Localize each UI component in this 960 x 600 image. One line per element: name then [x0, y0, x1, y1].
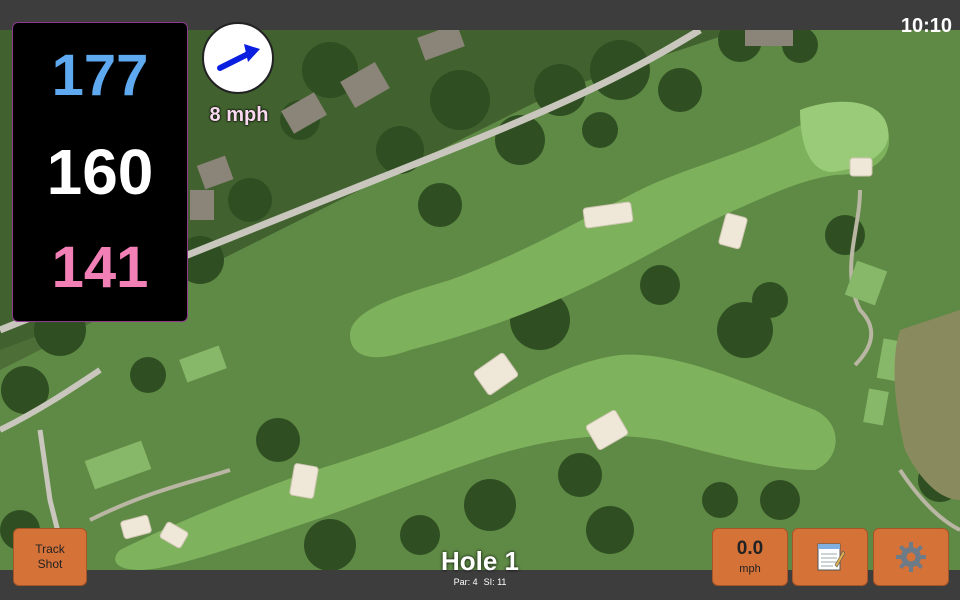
speed-value: 0.0	[736, 538, 764, 560]
distance-front: 141	[51, 235, 149, 301]
hole-par: Par: 4	[453, 577, 478, 587]
settings-button[interactable]	[873, 528, 949, 586]
gear-icon	[896, 542, 926, 572]
track-shot-label-line2: Shot	[37, 557, 63, 571]
distance-panel[interactable]: 177 160 141	[12, 22, 188, 322]
hole-title: Hole 1	[440, 546, 520, 576]
track-shot-label-line1: Track	[35, 542, 65, 556]
wind-speed: 8 mph	[209, 104, 269, 126]
distance-middle: 160	[46, 135, 154, 208]
speed-button[interactable]: 0.0 mph	[712, 528, 788, 586]
hole-info: Par: 4 SI: 11	[400, 577, 560, 587]
speed-unit: mph	[739, 562, 761, 575]
arrow-icon	[217, 44, 260, 71]
clock: 10:10	[900, 15, 952, 37]
distance-back: 177	[51, 42, 149, 108]
wind-indicator[interactable]	[202, 22, 274, 94]
notes-button[interactable]	[792, 528, 868, 586]
hole-stroke-index: SI: 11	[483, 577, 507, 587]
track-shot-button[interactable]: Track Shot	[13, 528, 87, 586]
notepad-icon	[817, 543, 845, 571]
